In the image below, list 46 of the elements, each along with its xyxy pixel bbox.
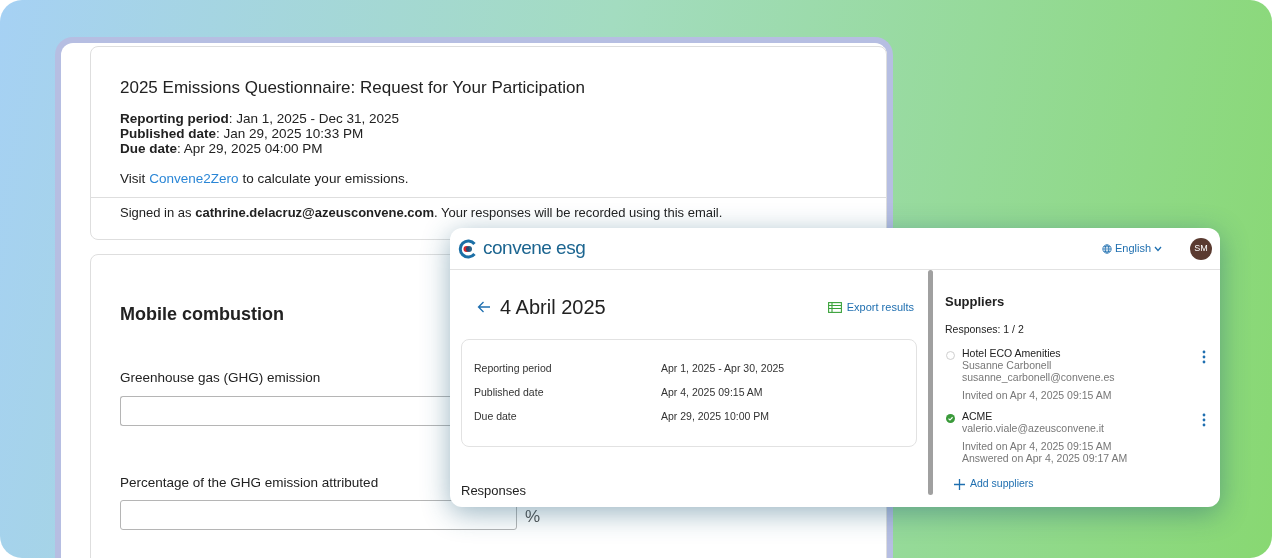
supplier-date: Answered on Apr 4, 2025 09:17 AM [962,452,1129,465]
supplier-date: Invited on Apr 4, 2025 09:15 AM [962,440,1113,453]
convene2zero-link[interactable]: Convene2Zero [149,168,239,189]
field-label: Percentage of the GHG emission attributed [120,473,379,492]
input-field[interactable] [120,499,517,530]
unit-label: % [525,506,541,529]
export-results-button[interactable]: Export results [827,298,914,316]
add-suppliers-button[interactable]: Add suppliers [954,476,1034,492]
detail-label: Due date [474,409,518,424]
form-title: 2025 Emissions Questionnaire: Request for Your Participation [120,77,586,99]
detail-line: Due date: Apr 29, 2025 04:00 PM [120,140,324,156]
visit-text: Visit [120,169,146,188]
plus-icon [954,478,965,490]
supplier-contact: Susanne Carbonell [962,359,1053,372]
responses-count: Responses: 1 / 2 [945,321,1025,337]
detail-label: Reporting period [474,361,553,376]
detail-value: Apr 1, 2025 - Apr 30, 2025 [661,361,785,376]
detail-line: Published date: Jan 29, 2025 10:33 PM [120,125,365,141]
detail-value: Apr 29, 2025 10:00 PM [661,409,769,424]
back-arrow-icon[interactable] [477,301,491,313]
page-title: 4 Abril 2025 [500,295,606,320]
detail-value: Apr 4, 2025 09:15 AM [661,385,763,400]
signed-in-text: Signed in as cathrine.delacruz@azeusconvene.com. Your responses will be recorded using this email. [120,204,723,220]
more-icon[interactable] [1202,350,1206,365]
section-title: Mobile combustion [120,303,284,327]
supplier-name: Hotel ECO Amenities [962,347,1062,360]
detail-label: Published date [474,385,545,400]
supplier-date: Invited on Apr 4, 2025 09:15 AM [962,389,1113,402]
field-label: Greenhouse gas (GHG) emission [120,369,321,388]
language-dropdown[interactable]: English [1101,240,1162,257]
supplier-contact: susanne_carbonell@convene.es [962,371,1116,384]
input-field[interactable] [120,395,450,426]
supplier-contact: valerio.viale@azeusconvene.it [962,422,1105,435]
spreadsheet-icon [827,301,842,313]
logo-icon [458,238,478,259]
globe-icon [1101,243,1112,254]
detail-line: Reporting period: Jan 1, 2025 - Dec 31, 2025 [120,110,401,126]
visit-text: to calculate your emissions. [242,169,409,188]
user-avatar[interactable]: SM [1190,237,1212,260]
chevron-down-icon [1154,245,1162,252]
suppliers-title: Suppliers [945,293,1006,311]
more-icon[interactable] [1202,413,1206,428]
logo-wordmark: convene esg [483,236,586,261]
responses-heading: Responses [461,482,528,500]
scrollbar[interactable] [928,270,933,495]
supplier-name: ACME [962,410,994,423]
